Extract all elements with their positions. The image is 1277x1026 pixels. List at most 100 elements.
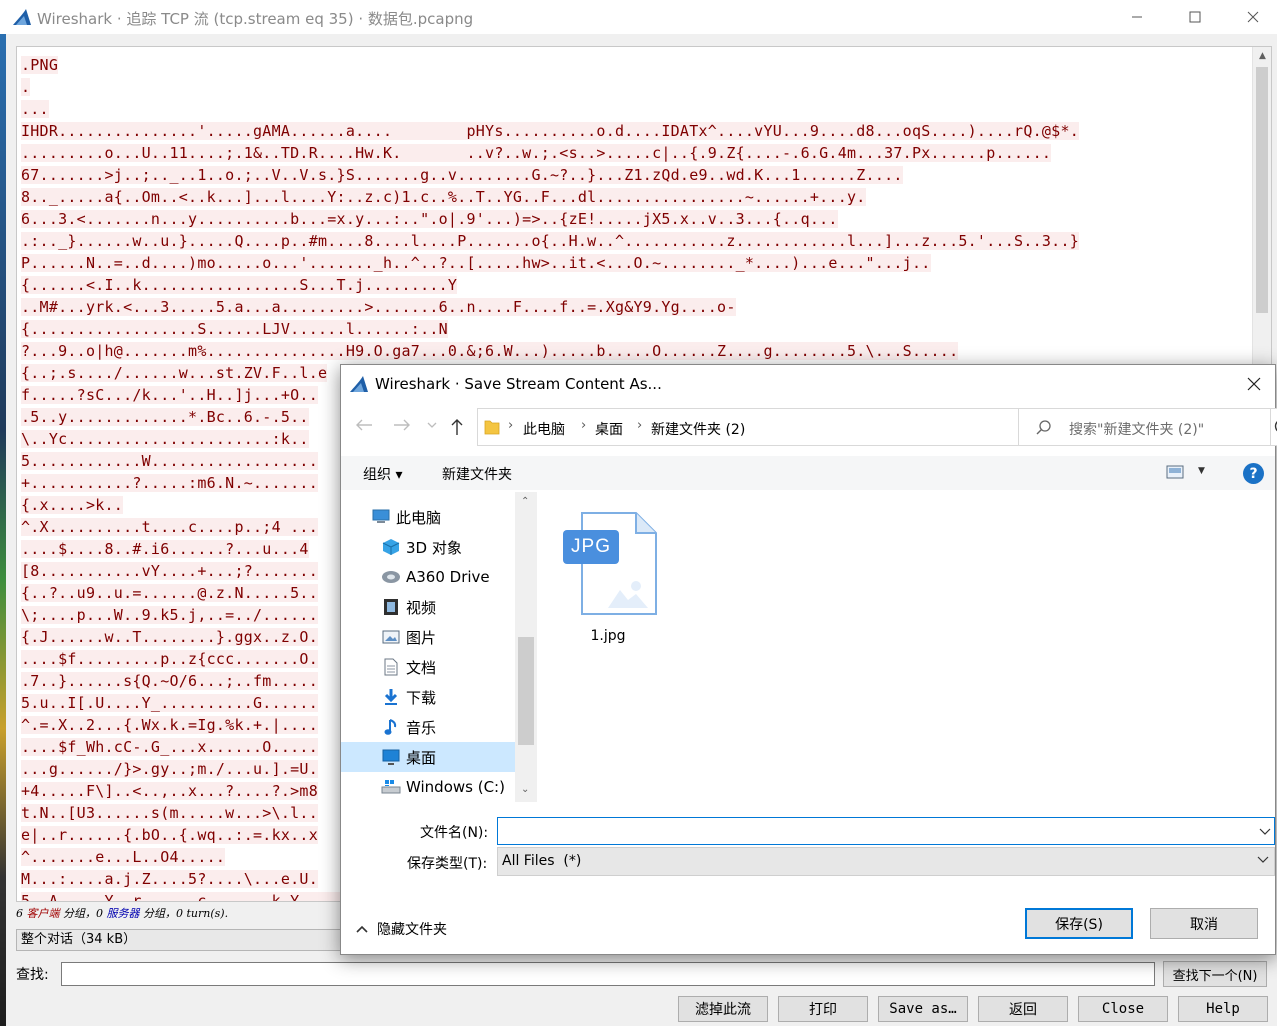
nav-item-label: 文档 [406, 658, 437, 677]
up-arrow-icon[interactable] [450, 418, 464, 436]
save-as-button[interactable]: Save as… [878, 996, 968, 1022]
view-dropdown-icon[interactable]: ▼ [1198, 466, 1205, 476]
breadcrumb-desktop[interactable]: 桌面 [595, 419, 623, 439]
stream-line-text: {.J......w..T........}.ggx..z.O. [21, 628, 318, 646]
stream-line-text: M...:....a.j.Z....5?....\...e.U. [21, 870, 318, 888]
window-title: Wireshark · 追踪 TCP 流 (tcp.stream eq 35) … [37, 10, 474, 28]
stream-line-text: 8.._.....a{..Om..<..k...]...l....Y:..z.c… [21, 188, 866, 206]
save-stream-dialog: Wireshark · Save Stream Content As... › … [340, 364, 1277, 955]
cancel-button[interactable]: 取消 [1150, 908, 1258, 939]
dialog-help-button[interactable]: ? [1243, 463, 1264, 484]
file-type-badge: JPG [571, 536, 611, 557]
nav-item-videos[interactable]: 视频 [341, 592, 515, 622]
back-arrow-icon[interactable] [355, 418, 373, 432]
back-button[interactable]: 返回 [978, 996, 1068, 1022]
summary-mid: 分组，0 [59, 907, 107, 920]
stream-line-text: ... [21, 100, 49, 118]
refresh-icon[interactable] [1273, 418, 1277, 436]
title-bar: Wireshark · 追踪 TCP 流 (tcp.stream eq 35) … [0, 0, 1277, 34]
nav-item-label: 视频 [406, 598, 437, 617]
breadcrumb-separator-icon: › [581, 418, 587, 433]
nav-item-documents[interactable]: 文档 [341, 652, 515, 682]
nav-pane-scrollbar[interactable]: ⌃ ⌄ [515, 492, 537, 802]
maximize-button[interactable] [1166, 0, 1224, 34]
hide-folders-label: 隐藏文件夹 [377, 922, 447, 938]
close-icon [1247, 377, 1261, 391]
stream-line-text: ....$f.........p..z{ccc.......O. [21, 650, 318, 668]
minimize-icon [1132, 16, 1142, 18]
close-button[interactable]: Close [1078, 996, 1168, 1022]
packet-summary: 6 客户端 分组，0 服务器 分组，0 turn(s). [16, 905, 228, 921]
stream-line-text: .5..y.............*.Bc..6.-.5.. [21, 408, 309, 426]
filetype-select[interactable]: All Files (*) [497, 847, 1275, 876]
forward-arrow-icon[interactable] [393, 418, 411, 432]
stream-line-text: t.N..[U3......s(m.....w...>\.l.. [21, 804, 318, 822]
new-folder-button[interactable]: 新建文件夹 [442, 464, 512, 484]
scroll-up-icon[interactable]: ⌃ [521, 496, 529, 507]
stream-line-text: {.x....>k.. [21, 496, 124, 514]
filter-out-stream-button[interactable]: 滤掉此流 [678, 996, 768, 1022]
stream-line-text: P......N..=..d....)mo.....o...'......._h… [21, 254, 931, 272]
stream-line-text: ....$....8..#.i6......?...u...4 [21, 540, 309, 558]
stream-line: {..................S......LJV......l....… [21, 318, 1249, 340]
scroll-down-icon[interactable]: ⌄ [521, 784, 529, 795]
chevron-down-icon[interactable] [1259, 827, 1271, 837]
nav-item-desktop[interactable]: 桌面 [341, 742, 515, 772]
3d-objects-icon [381, 538, 401, 556]
find-next-button[interactable]: 查找下一个(N) [1163, 961, 1267, 987]
nav-item-this-pc[interactable]: 此电脑 [341, 502, 515, 532]
nav-item-downloads[interactable]: 下载 [341, 682, 515, 712]
nav-item-3d-objects[interactable]: 3D 对象 [341, 532, 515, 562]
conversation-select[interactable]: 整个对话（34 kB） [16, 929, 346, 951]
nav-item-a360-drive[interactable]: A360 Drive [341, 562, 515, 592]
search-icon [1036, 420, 1051, 435]
stream-line: P......N..=..d....)mo.....o...'......._h… [21, 252, 1249, 274]
close-icon [1247, 11, 1259, 23]
a360-drive-icon [381, 568, 401, 586]
scrollbar-thumb[interactable] [518, 637, 534, 745]
desktop-icon [381, 748, 401, 766]
stream-line: .:.._}......w..u.}.....Q....p..#m....8..… [21, 230, 1249, 252]
breadcrumb-separator-icon: › [508, 418, 514, 433]
search-box[interactable]: 搜索"新建文件夹 (2)" [1018, 408, 1271, 446]
close-window-button[interactable] [1224, 0, 1277, 34]
stream-line-text: ....$f_Wh.cC-.G_...x......O..... [21, 738, 318, 756]
stream-line: . [21, 76, 1249, 98]
print-button[interactable]: 打印 [778, 996, 868, 1022]
filetype-label: 保存类型(T): [407, 856, 488, 872]
nav-item-music[interactable]: 音乐 [341, 712, 515, 742]
desktop-background-strip [0, 34, 6, 1026]
filename-input[interactable] [497, 817, 1275, 845]
stream-line: 6...3.<.......n...y..........b...=x.y...… [21, 208, 1249, 230]
stream-line: 67.......>j..;.._..1..o.;..V..V.s.}S....… [21, 164, 1249, 186]
nav-item-windows-c[interactable]: Windows (C:) [341, 772, 515, 802]
find-input[interactable] [61, 962, 1155, 986]
breadcrumb-this-pc[interactable]: 此电脑 [523, 419, 565, 439]
stream-line-text: 5.u..I[.U....Y_..........G...... [21, 694, 318, 712]
stream-line-text: \..Yc......................:k.. [21, 430, 309, 448]
help-button[interactable]: Help [1178, 996, 1268, 1022]
view-options-icon[interactable] [1166, 465, 1184, 479]
command-bar: 组织 ▾ 新建文件夹 ▼ ? [341, 456, 1275, 490]
organize-button[interactable]: 组织 ▾ [363, 464, 402, 484]
server-label: 服务器 [106, 907, 140, 920]
navigation-pane[interactable]: 此电脑 3D 对象 A360 Drive 视频 图片 文档 下载 音乐 桌面 W… [341, 492, 537, 802]
scrollbar-thumb[interactable] [1256, 67, 1268, 313]
chevron-down-icon[interactable] [1257, 855, 1269, 865]
file-list-pane[interactable]: JPG 1.jpg [538, 492, 1275, 802]
hide-folders-toggle[interactable]: 隐藏文件夹 [355, 919, 447, 939]
nav-item-label: 桌面 [406, 748, 437, 767]
nav-item-pictures[interactable]: 图片 [341, 622, 515, 652]
stream-line-text: .PNG [21, 56, 59, 74]
nav-item-label: 图片 [406, 628, 437, 647]
stream-line-text: ?...9..o|h@.......m%...............H9.O.… [21, 342, 959, 360]
dialog-close-button[interactable] [1237, 369, 1271, 399]
minimize-button[interactable] [1108, 0, 1166, 34]
scroll-up-icon[interactable]: ▲ [1253, 47, 1271, 65]
stream-line-text: .:.._}......w..u.}.....Q....p..#m....8..… [21, 232, 1080, 250]
stream-line: ?...9..o|h@.......m%...............H9.O.… [21, 340, 1249, 362]
recent-locations-chevron-icon[interactable] [427, 421, 437, 429]
save-button[interactable]: 保存(S) [1025, 908, 1133, 939]
breadcrumb-new-folder-2[interactable]: 新建文件夹 (2) [651, 419, 745, 439]
filename-label: 文件名(N): [420, 825, 489, 841]
